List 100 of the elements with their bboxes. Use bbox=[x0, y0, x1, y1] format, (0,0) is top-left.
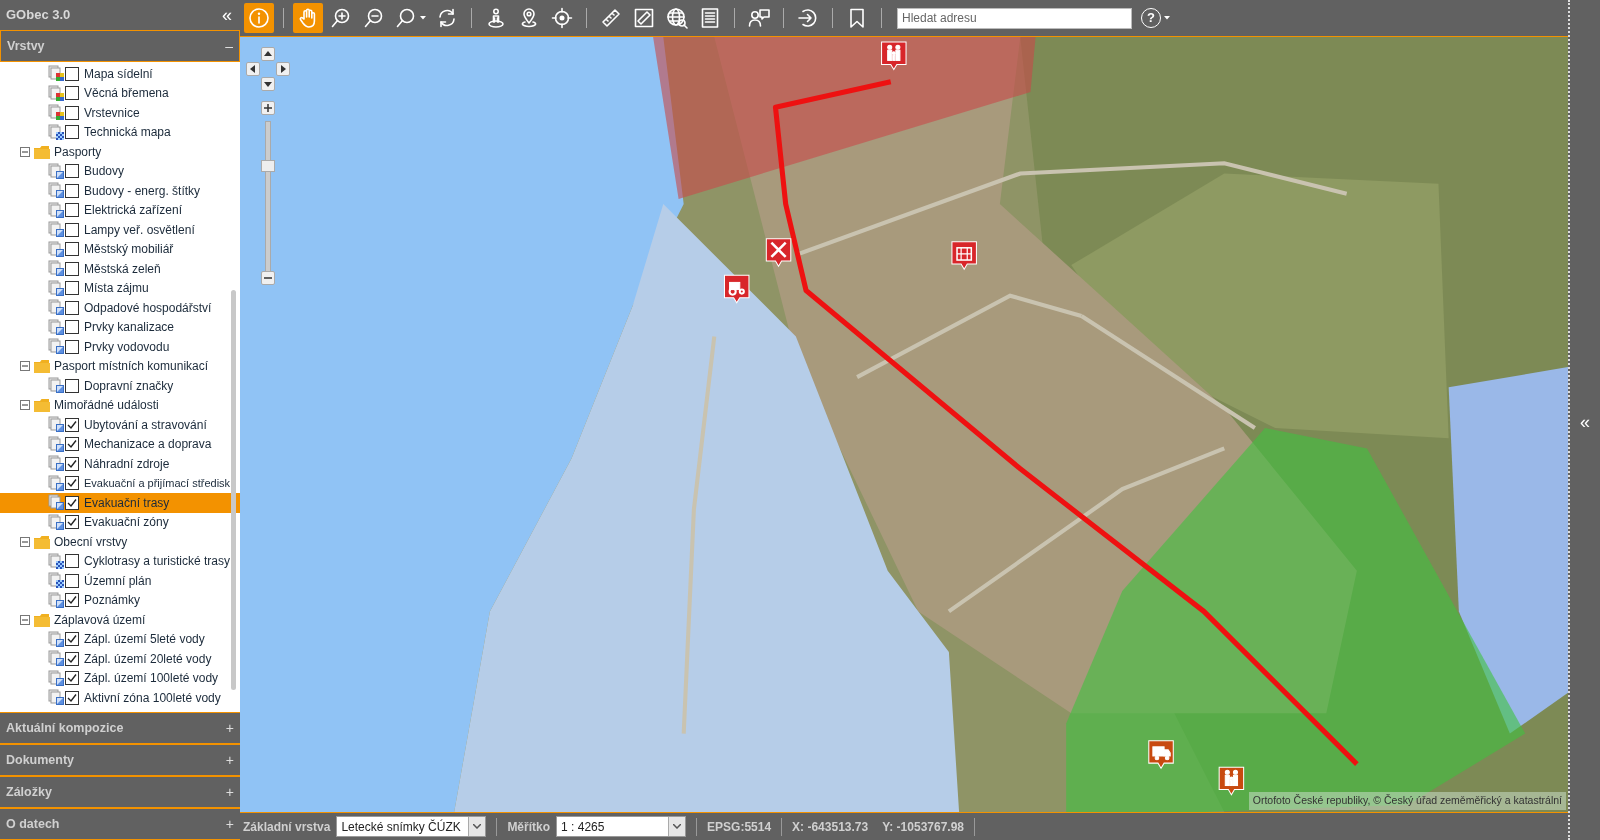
layer-checkbox[interactable] bbox=[65, 183, 79, 198]
expand-toggle[interactable]: + bbox=[225, 781, 234, 803]
pan-down-button[interactable] bbox=[261, 77, 275, 91]
collapsed-panel-header[interactable]: Dokumenty + bbox=[0, 744, 240, 776]
truck-marker-icon[interactable] bbox=[1148, 740, 1174, 770]
collapse-icon[interactable] bbox=[20, 400, 30, 411]
layer-checkbox[interactable] bbox=[65, 671, 79, 686]
zoom-slider-thumb[interactable] bbox=[261, 159, 275, 172]
layer-row[interactable]: Prvky vodovodu bbox=[0, 337, 240, 357]
layer-icon bbox=[48, 104, 65, 122]
layer-checkbox[interactable] bbox=[65, 164, 79, 179]
layers-panel-header[interactable]: Vrstvy – bbox=[0, 30, 240, 62]
collapsed-panel-header[interactable]: O datech + bbox=[0, 808, 240, 840]
collapsed-panel-header[interactable]: Záložky + bbox=[0, 776, 240, 808]
layer-checkbox[interactable] bbox=[65, 281, 79, 296]
layer-row[interactable]: Prvky kanalizace bbox=[0, 317, 240, 337]
pan-right-button[interactable] bbox=[276, 62, 290, 76]
folder-label[interactable]: Pasport místních komunikací bbox=[54, 357, 209, 376]
layer-icon bbox=[48, 338, 65, 356]
layer-row[interactable]: Aktivní zóna 100leté vody bbox=[0, 688, 240, 708]
layer-row[interactable]: Cyklotrasy a turistické trasy bbox=[0, 551, 240, 571]
layer-row[interactable]: Mechanizace a doprava bbox=[0, 434, 240, 454]
layer-checkbox[interactable] bbox=[65, 125, 79, 140]
expand-toggle[interactable]: + bbox=[225, 749, 234, 771]
layer-checkbox[interactable] bbox=[65, 476, 79, 491]
layer-checkbox[interactable] bbox=[65, 417, 79, 432]
layer-checkbox[interactable] bbox=[65, 515, 79, 530]
layer-row[interactable]: Evakuační zóny bbox=[0, 512, 240, 532]
building-marker-icon[interactable] bbox=[951, 241, 977, 271]
pan-up-button[interactable] bbox=[261, 47, 275, 61]
folder-label[interactable]: Záplavová území bbox=[54, 610, 146, 629]
layer-checkbox[interactable] bbox=[65, 86, 79, 101]
collapse-icon[interactable] bbox=[20, 146, 30, 157]
aerial-map[interactable]: Ortofoto České republiky, © Český úřad zeměměřický a katastrální bbox=[240, 36, 1568, 813]
layer-row[interactable]: Zápl. území 5leté vody bbox=[0, 629, 240, 649]
layer-checkbox[interactable] bbox=[65, 261, 79, 276]
pan-down-icon bbox=[264, 80, 272, 88]
layer-checkbox[interactable] bbox=[65, 690, 79, 705]
layer-row[interactable]: Budovy - energ. štítky bbox=[0, 181, 240, 201]
layer-row[interactable]: Evakuační trasy bbox=[0, 493, 240, 513]
layer-row[interactable]: Zápl. území 100leté vody bbox=[0, 668, 240, 688]
scale-select[interactable]: 1 : 4265 bbox=[556, 816, 687, 837]
layer-checkbox[interactable] bbox=[65, 593, 79, 608]
layer-row[interactable]: Elektrická zařízení bbox=[0, 200, 240, 220]
layer-checkbox[interactable] bbox=[65, 495, 79, 510]
collapse-sidebar-button[interactable]: « bbox=[220, 6, 234, 24]
layer-row[interactable]: Územní plán bbox=[0, 571, 240, 591]
zoom-out-button[interactable] bbox=[261, 271, 275, 285]
layer-checkbox[interactable] bbox=[65, 320, 79, 335]
layer-checkbox[interactable] bbox=[65, 378, 79, 393]
layer-row[interactable]: Náhradní zdroje bbox=[0, 454, 240, 474]
layer-row[interactable]: Lampy veř. osvětlení bbox=[0, 220, 240, 240]
layer-row[interactable]: Ubytování a stravování bbox=[0, 415, 240, 435]
folder-label[interactable]: Obecní vrstvy bbox=[54, 532, 128, 551]
layer-row[interactable]: Poznámky bbox=[0, 590, 240, 610]
person-speech-icon bbox=[748, 7, 770, 29]
layer-checkbox[interactable] bbox=[65, 339, 79, 354]
address-search-field[interactable]: Hledat adresu bbox=[897, 7, 1132, 29]
layer-row[interactable]: Vrstevnice bbox=[0, 103, 240, 123]
layer-row[interactable]: Dopravní značky bbox=[0, 376, 240, 396]
expand-toggle[interactable]: + bbox=[225, 813, 234, 835]
scrollbar-thumb[interactable] bbox=[231, 290, 236, 690]
layer-checkbox[interactable] bbox=[65, 203, 79, 218]
layer-checkbox[interactable] bbox=[65, 554, 79, 569]
layer-row[interactable]: Místa zájmu bbox=[0, 278, 240, 298]
zoom-in-button[interactable] bbox=[261, 101, 275, 115]
help-button[interactable]: ? bbox=[1141, 8, 1170, 28]
layer-checkbox[interactable] bbox=[65, 242, 79, 257]
collapse-icon[interactable] bbox=[20, 536, 30, 547]
layer-row[interactable]: Mapa sídelní bbox=[0, 64, 240, 84]
collapse-panel-button[interactable]: « bbox=[1578, 4, 1592, 840]
layer-icon bbox=[48, 377, 65, 395]
layer-row[interactable]: Městská zeleň bbox=[0, 259, 240, 279]
layer-row[interactable]: Městský mobiliář bbox=[0, 239, 240, 259]
layer-checkbox[interactable] bbox=[65, 105, 79, 120]
layer-row[interactable]: Budovy bbox=[0, 161, 240, 181]
folder-label[interactable]: Pasporty bbox=[54, 142, 102, 161]
layer-row[interactable]: Věcná břemena bbox=[0, 83, 240, 103]
base-layer-select[interactable]: Letecké snímky ČÚZK bbox=[336, 816, 487, 837]
layer-checkbox[interactable] bbox=[65, 632, 79, 647]
layer-checkbox[interactable] bbox=[65, 66, 79, 81]
layer-checkbox[interactable] bbox=[65, 456, 79, 471]
layer-checkbox[interactable] bbox=[65, 222, 79, 237]
collapse-icon[interactable] bbox=[20, 614, 30, 625]
layer-checkbox[interactable] bbox=[65, 300, 79, 315]
expand-toggle[interactable]: + bbox=[225, 717, 234, 739]
layer-checkbox[interactable] bbox=[65, 437, 79, 452]
collapse-toggle[interactable]: – bbox=[225, 35, 233, 57]
layer-checkbox[interactable] bbox=[65, 651, 79, 666]
layer-label: Vrstevnice bbox=[84, 104, 140, 122]
pan-left-button[interactable] bbox=[246, 62, 260, 76]
layer-row[interactable]: Technická mapa bbox=[0, 122, 240, 142]
layer-checkbox[interactable] bbox=[65, 573, 79, 588]
layer-row[interactable]: Odpadové hospodářství bbox=[0, 298, 240, 318]
layer-row[interactable]: Zápl. území 20leté vody bbox=[0, 649, 240, 669]
collapse-icon[interactable] bbox=[20, 361, 30, 372]
collapsed-panel-header[interactable]: Aktuální kompozice + bbox=[0, 712, 240, 744]
folder-label[interactable]: Mimořádné události bbox=[54, 396, 159, 415]
layer-icon bbox=[48, 474, 65, 492]
layer-row[interactable]: Evakuační a přijímací středisk bbox=[0, 473, 240, 493]
